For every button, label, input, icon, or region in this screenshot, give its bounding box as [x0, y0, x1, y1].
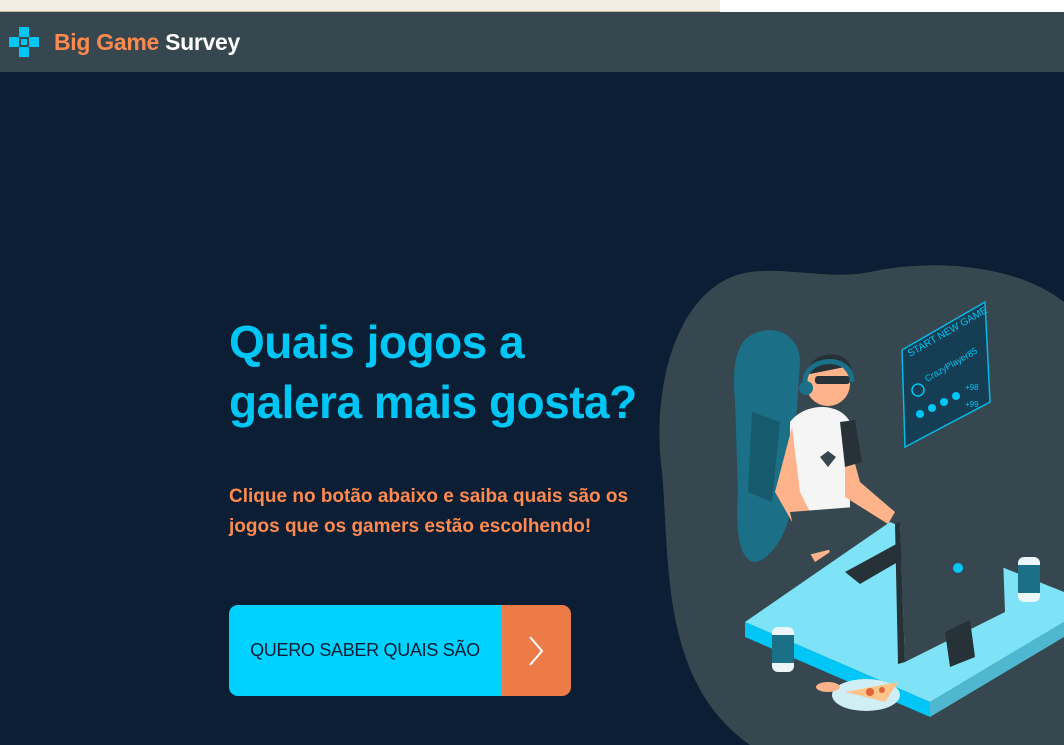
navbar: Big Game Survey — [0, 12, 1064, 72]
hologram-stat-1: +98 — [965, 383, 979, 392]
browser-top-strip — [0, 0, 720, 12]
cta-button[interactable]: QUERO SABER QUAIS SÃO — [229, 605, 571, 696]
gamer-illustration: START NEW GAME CrazyPlayer85 +98 +99 — [659, 265, 1064, 745]
gamepad-cross-icon[interactable] — [8, 26, 40, 58]
brand-title[interactable]: Big Game Survey — [54, 29, 240, 56]
chevron-right-icon — [529, 635, 544, 666]
snack-icon — [816, 682, 840, 692]
headline-line-2: galera mais gosta? — [229, 376, 637, 428]
hero-subtitle: Clique no botão abaixo e saiba quais são… — [229, 482, 649, 542]
browser-top-strip-right — [720, 0, 1064, 12]
hologram-stat-2: +99 — [965, 400, 979, 409]
hero-headline: Quais jogos a galera mais gosta? — [229, 312, 659, 432]
subtitle-line-1: Clique no botão abaixo e saiba quais são… — [229, 486, 629, 507]
hero-section: Quais jogos a galera mais gosta? Clique … — [0, 72, 1064, 745]
cta-arrow-box[interactable] — [501, 605, 571, 696]
brand-part-2: Survey — [165, 29, 240, 55]
headline-line-1: Quais jogos a — [229, 316, 525, 368]
monitor-logo-icon — [953, 563, 963, 573]
subtitle-line-2: jogos que os gamers estão escolhendo! — [229, 516, 592, 537]
cta-button-label[interactable]: QUERO SABER QUAIS SÃO — [229, 605, 501, 696]
brand-part-1: Big Game — [54, 29, 159, 55]
sunglasses-icon — [815, 376, 850, 384]
